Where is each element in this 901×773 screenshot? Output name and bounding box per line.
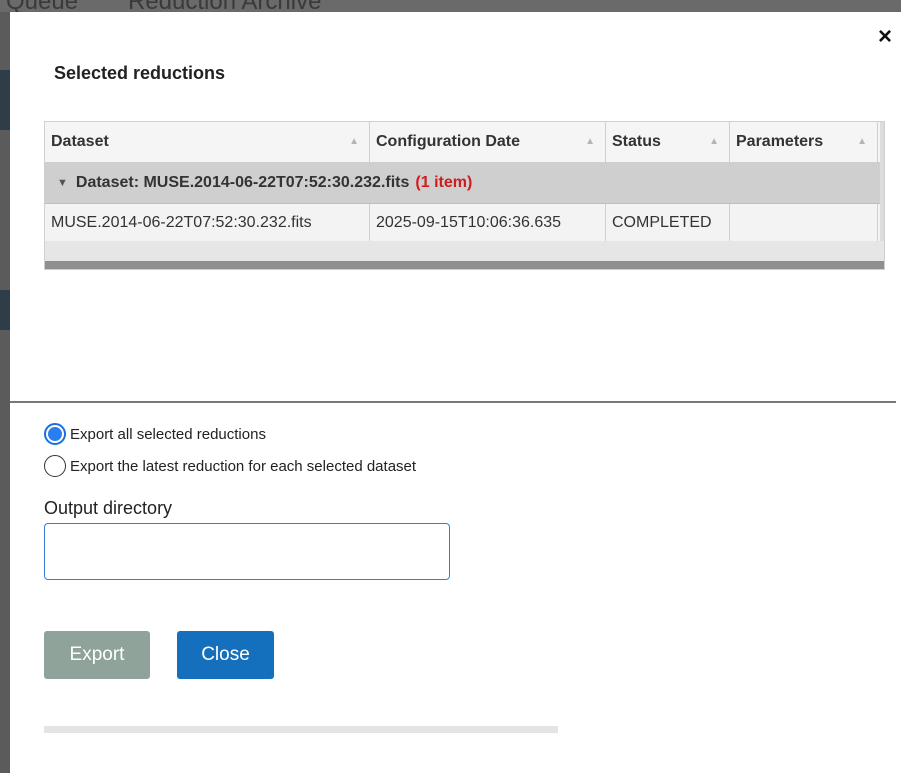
radio-label: Export the latest reduction for each sel…: [70, 457, 417, 475]
background-app-tabs: Queue Reduction Archive: [0, 0, 901, 12]
table-vertical-scrollbar[interactable]: [880, 122, 884, 241]
dialog-title: Selected reductions: [54, 63, 226, 83]
radio-button-unchecked[interactable]: [44, 455, 66, 477]
sort-asc-icon[interactable]: ▲: [857, 122, 867, 162]
column-label: Parameters: [736, 133, 824, 150]
radio-export-latest[interactable]: Export the latest reduction for each sel…: [44, 452, 416, 480]
sort-asc-icon[interactable]: ▲: [349, 122, 359, 162]
table-header: Dataset ▲ Configuration Date ▲ Status ▲ …: [45, 122, 880, 163]
group-count: (1 item): [415, 174, 473, 191]
reductions-table: Dataset ▲ Configuration Date ▲ Status ▲ …: [44, 121, 885, 270]
background-sidebar-strip: [0, 70, 10, 130]
background-sidebar-strip: [0, 290, 10, 330]
collapse-triangle-icon[interactable]: ▼: [57, 162, 68, 204]
group-label: Dataset: MUSE.2014-06-22T07:52:30.232.fi…: [75, 174, 410, 191]
column-header-parameters[interactable]: Parameters ▲: [730, 122, 878, 162]
export-button[interactable]: Export: [44, 631, 150, 679]
column-header-status[interactable]: Status ▲: [606, 122, 730, 162]
table-group-row[interactable]: ▼ Dataset: MUSE.2014-06-22T07:52:30.232.f…: [45, 162, 880, 204]
radio-button-checked[interactable]: [44, 423, 66, 445]
progress-bar: [44, 726, 558, 733]
table-horizontal-scrollbar[interactable]: [45, 261, 884, 269]
section-divider: [10, 401, 896, 403]
close-icon[interactable]: ×: [872, 24, 898, 50]
sort-asc-icon[interactable]: ▲: [709, 122, 719, 162]
export-dialog: × Selected reductions Dataset ▲ Configur…: [10, 12, 901, 773]
output-directory-input[interactable]: [44, 523, 450, 580]
sort-asc-icon[interactable]: ▲: [585, 122, 595, 162]
cell-dataset: MUSE.2014-06-22T07:52:30.232.fits: [45, 204, 370, 241]
cell-configuration-date: 2025-09-15T10:06:36.635: [370, 204, 606, 241]
bg-tab-queue: Queue: [6, 0, 78, 12]
column-label: Status: [612, 133, 661, 150]
table-row[interactable]: MUSE.2014-06-22T07:52:30.232.fits 2025-0…: [45, 204, 880, 241]
column-label: Configuration Date: [376, 133, 520, 150]
close-button[interactable]: Close: [177, 631, 274, 679]
cell-parameters: [730, 204, 878, 241]
column-label: Dataset: [51, 133, 109, 150]
column-header-configuration-date[interactable]: Configuration Date ▲: [370, 122, 606, 162]
bg-tab-reduction-archive: Reduction Archive: [128, 0, 321, 12]
radio-label: Export all selected reductions: [70, 425, 266, 443]
radio-export-all[interactable]: Export all selected reductions: [44, 420, 266, 448]
output-directory-label: Output directory: [44, 498, 173, 518]
cell-status: COMPLETED: [606, 204, 730, 241]
column-header-dataset[interactable]: Dataset ▲: [45, 122, 370, 162]
